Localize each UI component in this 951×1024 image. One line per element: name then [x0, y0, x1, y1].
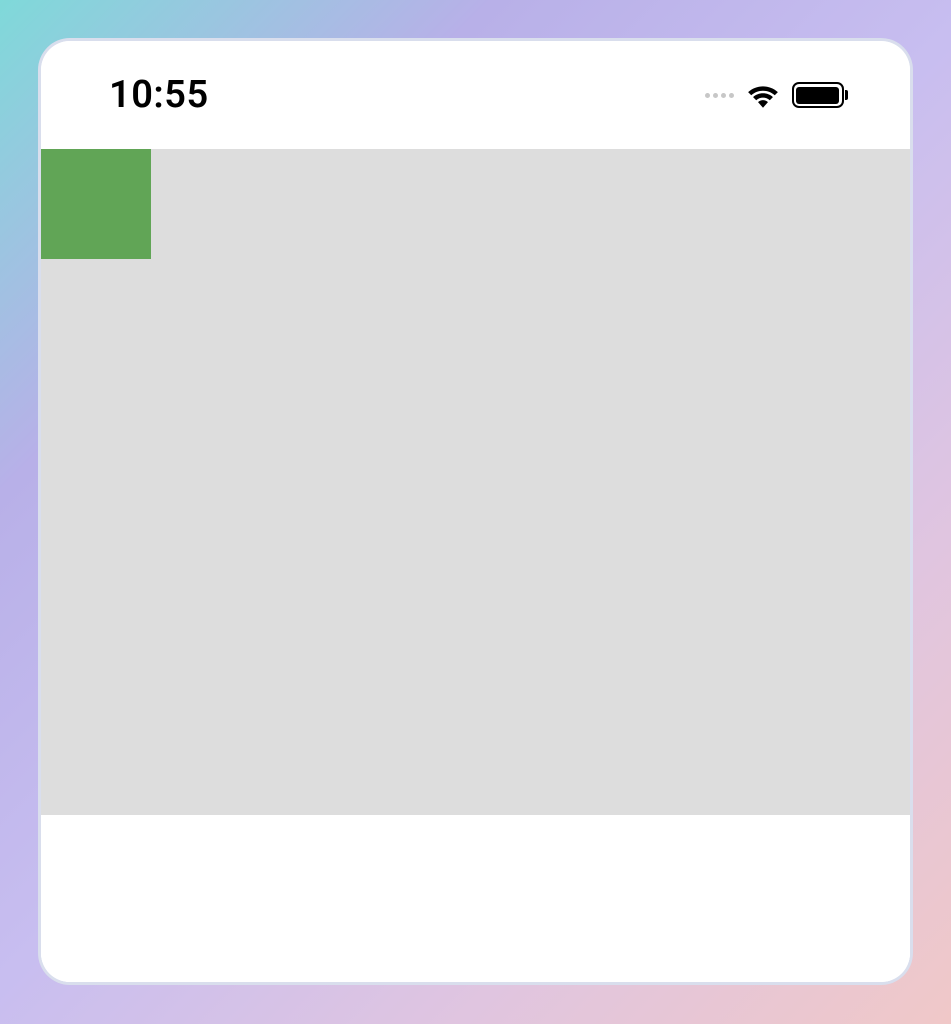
battery-icon	[792, 82, 849, 108]
device-frame: 10:55	[38, 38, 913, 985]
bottom-area	[41, 815, 910, 982]
cellular-icon	[705, 93, 734, 98]
canvas-area[interactable]	[41, 149, 910, 815]
status-time: 10:55	[109, 73, 209, 117]
status-indicators	[705, 82, 849, 108]
wifi-icon	[746, 82, 780, 108]
green-square[interactable]	[41, 149, 151, 259]
content-area	[41, 149, 910, 982]
status-bar: 10:55	[41, 41, 910, 149]
